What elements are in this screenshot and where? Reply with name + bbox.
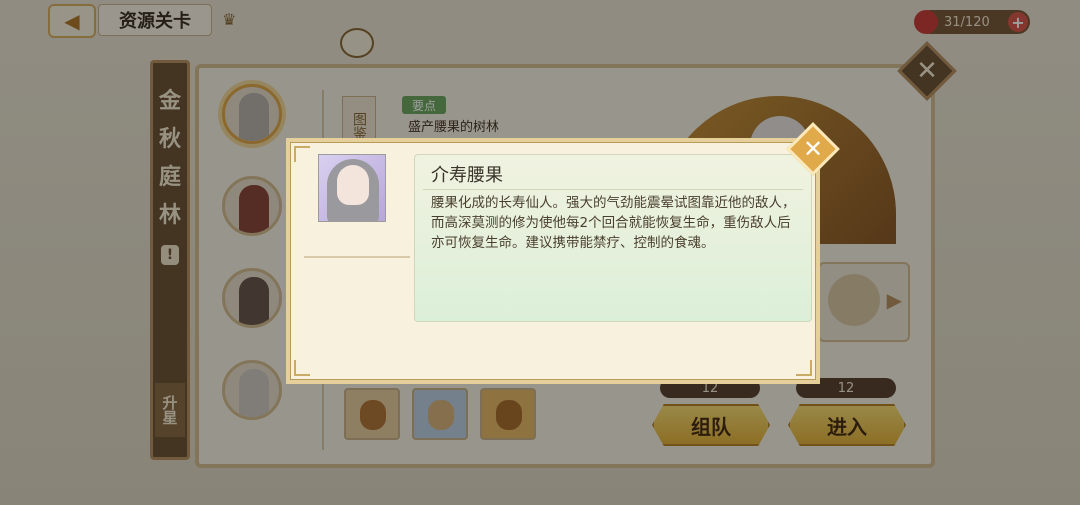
popup-divider — [304, 256, 410, 258]
boss-avatar — [318, 154, 386, 222]
frame-corner — [294, 146, 310, 162]
boss-description: 腰果化成的长寿仙人。强大的气劲能震晕试图靠近他的敌人，而高深莫测的修为使他每2个… — [431, 195, 796, 251]
boss-name: 介寿腰果 — [431, 165, 503, 186]
title-rule — [423, 189, 803, 190]
frame-corner — [796, 360, 812, 376]
description-box: 介寿腰果 腰果化成的长寿仙人。强大的气劲能震晕试图靠近他的敌人，而高深莫测的修为… — [414, 154, 812, 322]
boss-info-popup: 介寿腰果 腰果化成的长寿仙人。强大的气劲能震晕试图靠近他的敌人，而高深莫测的修为… — [286, 138, 820, 384]
frame-corner — [294, 360, 310, 376]
close-icon: ✕ — [802, 135, 824, 163]
